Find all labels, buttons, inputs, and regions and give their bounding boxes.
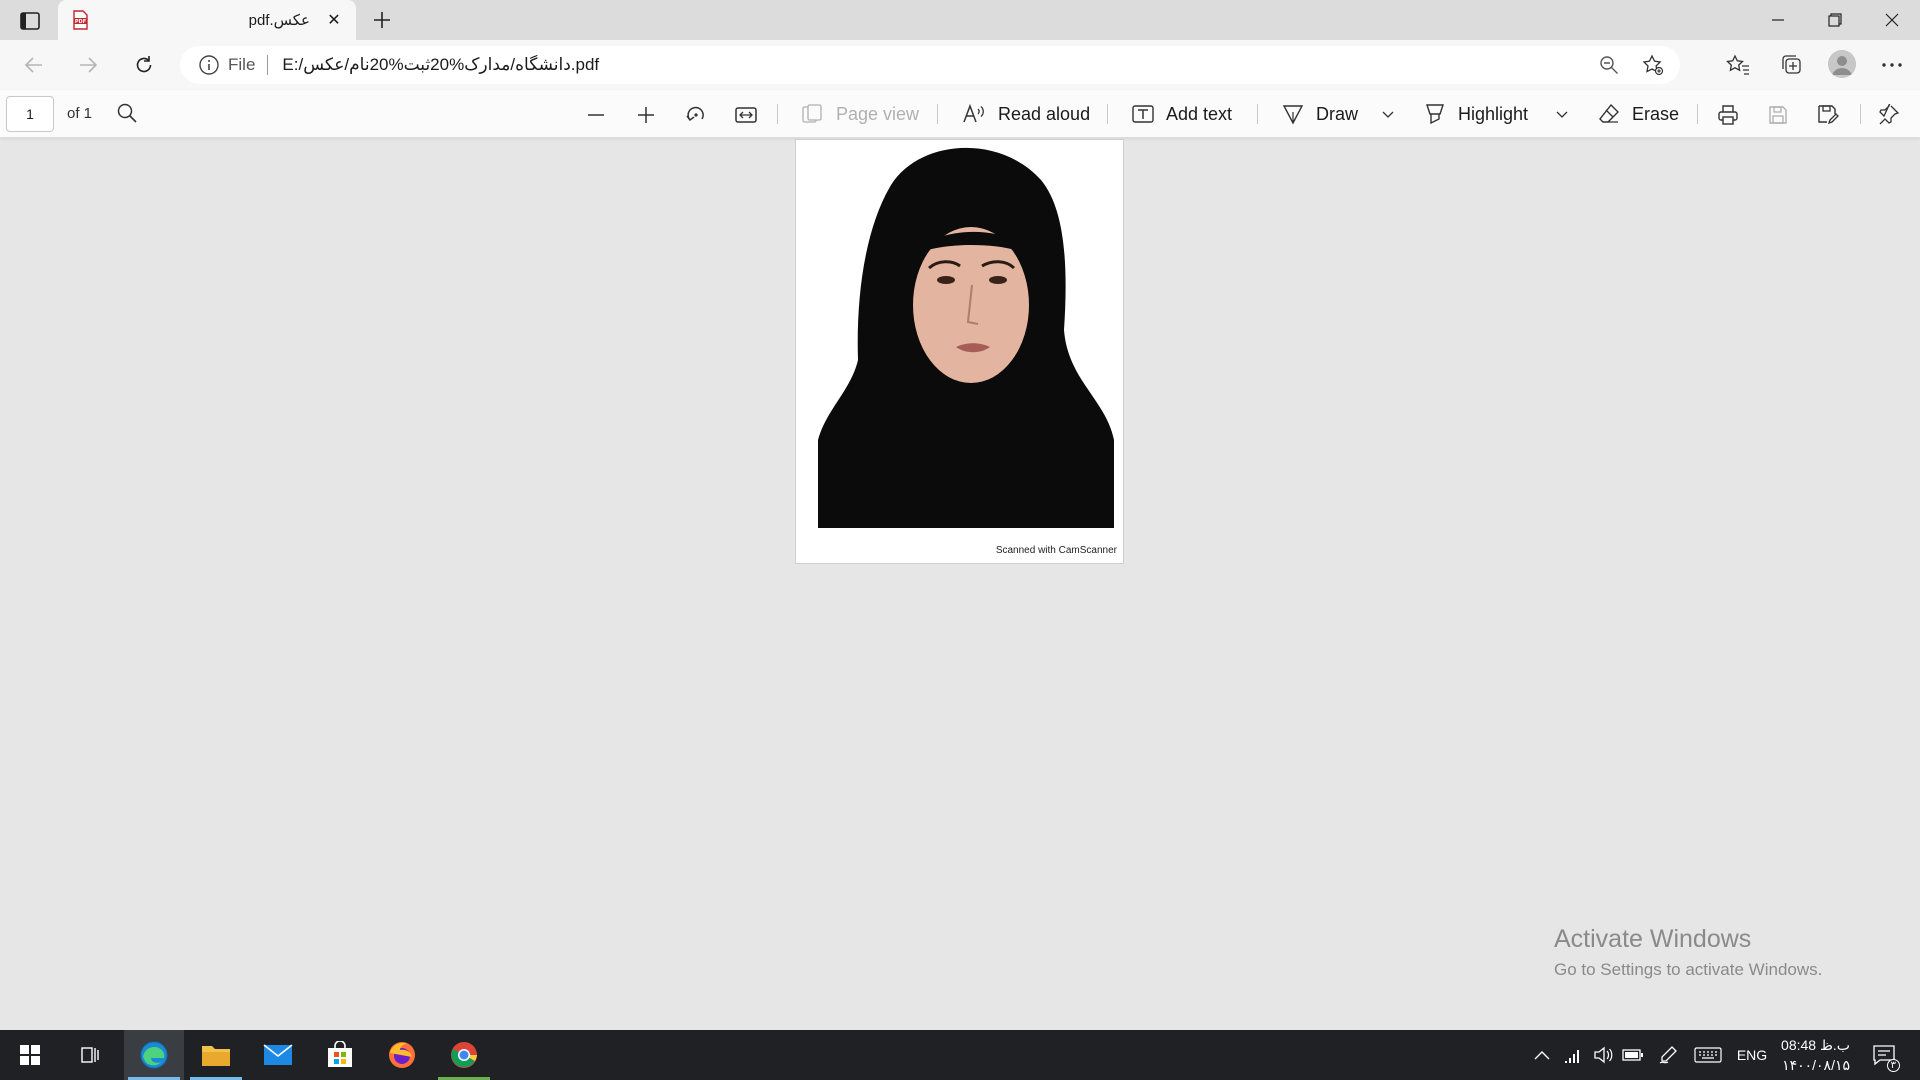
- window-controls: [1749, 0, 1920, 40]
- edge-taskbar-icon[interactable]: [124, 1030, 184, 1080]
- toolbar-divider: [1697, 104, 1698, 124]
- highlight-button[interactable]: Highlight: [1424, 98, 1528, 130]
- favorites-icon[interactable]: [1720, 50, 1756, 80]
- zoom-in-pdf-icon[interactable]: [633, 102, 659, 128]
- tab-close-icon[interactable]: ✕: [324, 10, 344, 30]
- notification-count: ۳: [1886, 1059, 1900, 1072]
- clock-date: ۱۴۰۰/۰۸/۱۵: [1782, 1057, 1850, 1073]
- page-view-label: Page view: [836, 103, 920, 124]
- battery-icon[interactable]: [1620, 1030, 1646, 1080]
- back-icon[interactable]: [18, 50, 50, 80]
- page-view-button[interactable]: Page view: [802, 98, 919, 130]
- rotate-icon[interactable]: [683, 102, 709, 128]
- toolbar-divider: [1257, 104, 1258, 124]
- watermark-title: Activate Windows: [1554, 925, 1752, 953]
- zoom-out-pdf-icon[interactable]: [583, 102, 609, 128]
- show-hidden-icons-chevron-icon[interactable]: [1530, 1030, 1554, 1080]
- page-count: of 1: [67, 105, 93, 122]
- url-bar[interactable]: File E:/دانشگاه/مدارک%20ثبت%20نام/عکس.pd…: [180, 46, 1680, 84]
- refresh-icon[interactable]: [128, 50, 160, 80]
- clock[interactable]: 08:48 ب.ظ ۱۴۰۰/۰۸/۱۵: [1770, 1035, 1850, 1075]
- erase-label: Erase: [1632, 103, 1680, 124]
- url-text[interactable]: E:/دانشگاه/مدارک%20ثبت%20نام/عکس.pdf: [282, 55, 599, 75]
- svg-text:PDF: PDF: [75, 19, 86, 25]
- erase-button[interactable]: Erase: [1598, 98, 1679, 130]
- file-explorer-taskbar-icon[interactable]: [186, 1030, 246, 1080]
- highlight-options-chevron-icon[interactable]: [1549, 102, 1575, 128]
- store-taskbar-icon[interactable]: [310, 1030, 370, 1080]
- touch-keyboard-icon[interactable]: [1692, 1030, 1724, 1080]
- print-icon[interactable]: [1715, 102, 1741, 128]
- draw-options-chevron-icon[interactable]: [1375, 102, 1401, 128]
- save-as-icon[interactable]: [1815, 102, 1841, 128]
- fit-to-width-icon[interactable]: [733, 102, 759, 128]
- save-icon[interactable]: [1765, 102, 1791, 128]
- tab-title: pdf.عکس: [248, 12, 310, 29]
- task-view-icon[interactable]: [60, 1030, 120, 1080]
- pdf-page: Scanned with CamScanner: [795, 139, 1124, 564]
- forward-icon[interactable]: [72, 50, 104, 80]
- add-text-button[interactable]: Add text: [1132, 98, 1232, 130]
- close-window-icon[interactable]: [1863, 0, 1920, 40]
- find-in-document-icon[interactable]: [116, 102, 140, 126]
- input-language[interactable]: ENG: [1732, 1030, 1772, 1080]
- read-aloud-label: Read aloud: [998, 103, 1091, 124]
- browser-actions: [1720, 50, 1910, 80]
- zoom-out-icon[interactable]: [1596, 52, 1622, 78]
- activate-windows-watermark: Activate Windows Go to Settings to activ…: [1554, 925, 1822, 980]
- toolbar-divider: [1107, 104, 1108, 124]
- toolbar-divider: [937, 104, 938, 124]
- minimize-icon[interactable]: [1749, 0, 1806, 40]
- profile-avatar[interactable]: [1828, 50, 1856, 78]
- highlight-label: Highlight: [1458, 103, 1529, 124]
- pin-toolbar-icon[interactable]: [1876, 102, 1902, 128]
- toolbar-divider: [1860, 104, 1861, 124]
- volume-icon[interactable]: [1590, 1030, 1616, 1080]
- toolbar-divider: [777, 104, 778, 124]
- chrome-taskbar-icon[interactable]: [434, 1030, 494, 1080]
- notification-center-icon[interactable]: ۳: [1866, 1030, 1902, 1080]
- start-button[interactable]: [0, 1030, 60, 1080]
- address-bar: File E:/دانشگاه/مدارک%20ثبت%20نام/عکس.pd…: [0, 40, 1920, 90]
- tab-bar: PDF pdf.عکس ✕: [0, 0, 1920, 40]
- info-icon[interactable]: [198, 54, 220, 76]
- add-favorite-icon[interactable]: [1640, 52, 1666, 78]
- pdf-toolbar: 1 of 1 Page view Read aloud Add text Dra…: [0, 90, 1920, 138]
- firefox-taskbar-icon[interactable]: [372, 1030, 432, 1080]
- tab-active[interactable]: PDF pdf.عکس ✕: [58, 0, 356, 40]
- more-options-icon[interactable]: [1874, 50, 1910, 80]
- restore-icon[interactable]: [1806, 0, 1863, 40]
- tab-actions-icon[interactable]: [12, 8, 48, 34]
- draw-label: Draw: [1316, 103, 1359, 124]
- taskbar: ENG 08:48 ب.ظ ۱۴۰۰/۰۸/۱۵ ۳: [0, 1030, 1920, 1080]
- scanner-footer-text: Scanned with CamScanner: [995, 545, 1117, 556]
- network-icon[interactable]: [1560, 1030, 1586, 1080]
- add-text-label: Add text: [1166, 103, 1233, 124]
- new-tab-button[interactable]: [368, 6, 396, 34]
- url-divider: [267, 55, 269, 75]
- portrait-photo: [796, 140, 1123, 530]
- page-number-input[interactable]: 1: [6, 96, 54, 132]
- collections-icon[interactable]: [1774, 50, 1810, 80]
- draw-button[interactable]: Draw: [1282, 98, 1358, 130]
- clock-time: 08:48 ب.ظ: [1781, 1037, 1850, 1053]
- read-aloud-button[interactable]: Read aloud: [962, 98, 1090, 130]
- pen-workspace-icon[interactable]: [1655, 1030, 1681, 1080]
- pdf-file-icon: PDF: [70, 10, 90, 30]
- watermark-subtitle: Go to Settings to activate Windows.: [1554, 960, 1823, 979]
- mail-taskbar-icon[interactable]: [248, 1030, 308, 1080]
- url-bar-actions: [1596, 52, 1666, 78]
- url-scheme: File: [228, 55, 256, 74]
